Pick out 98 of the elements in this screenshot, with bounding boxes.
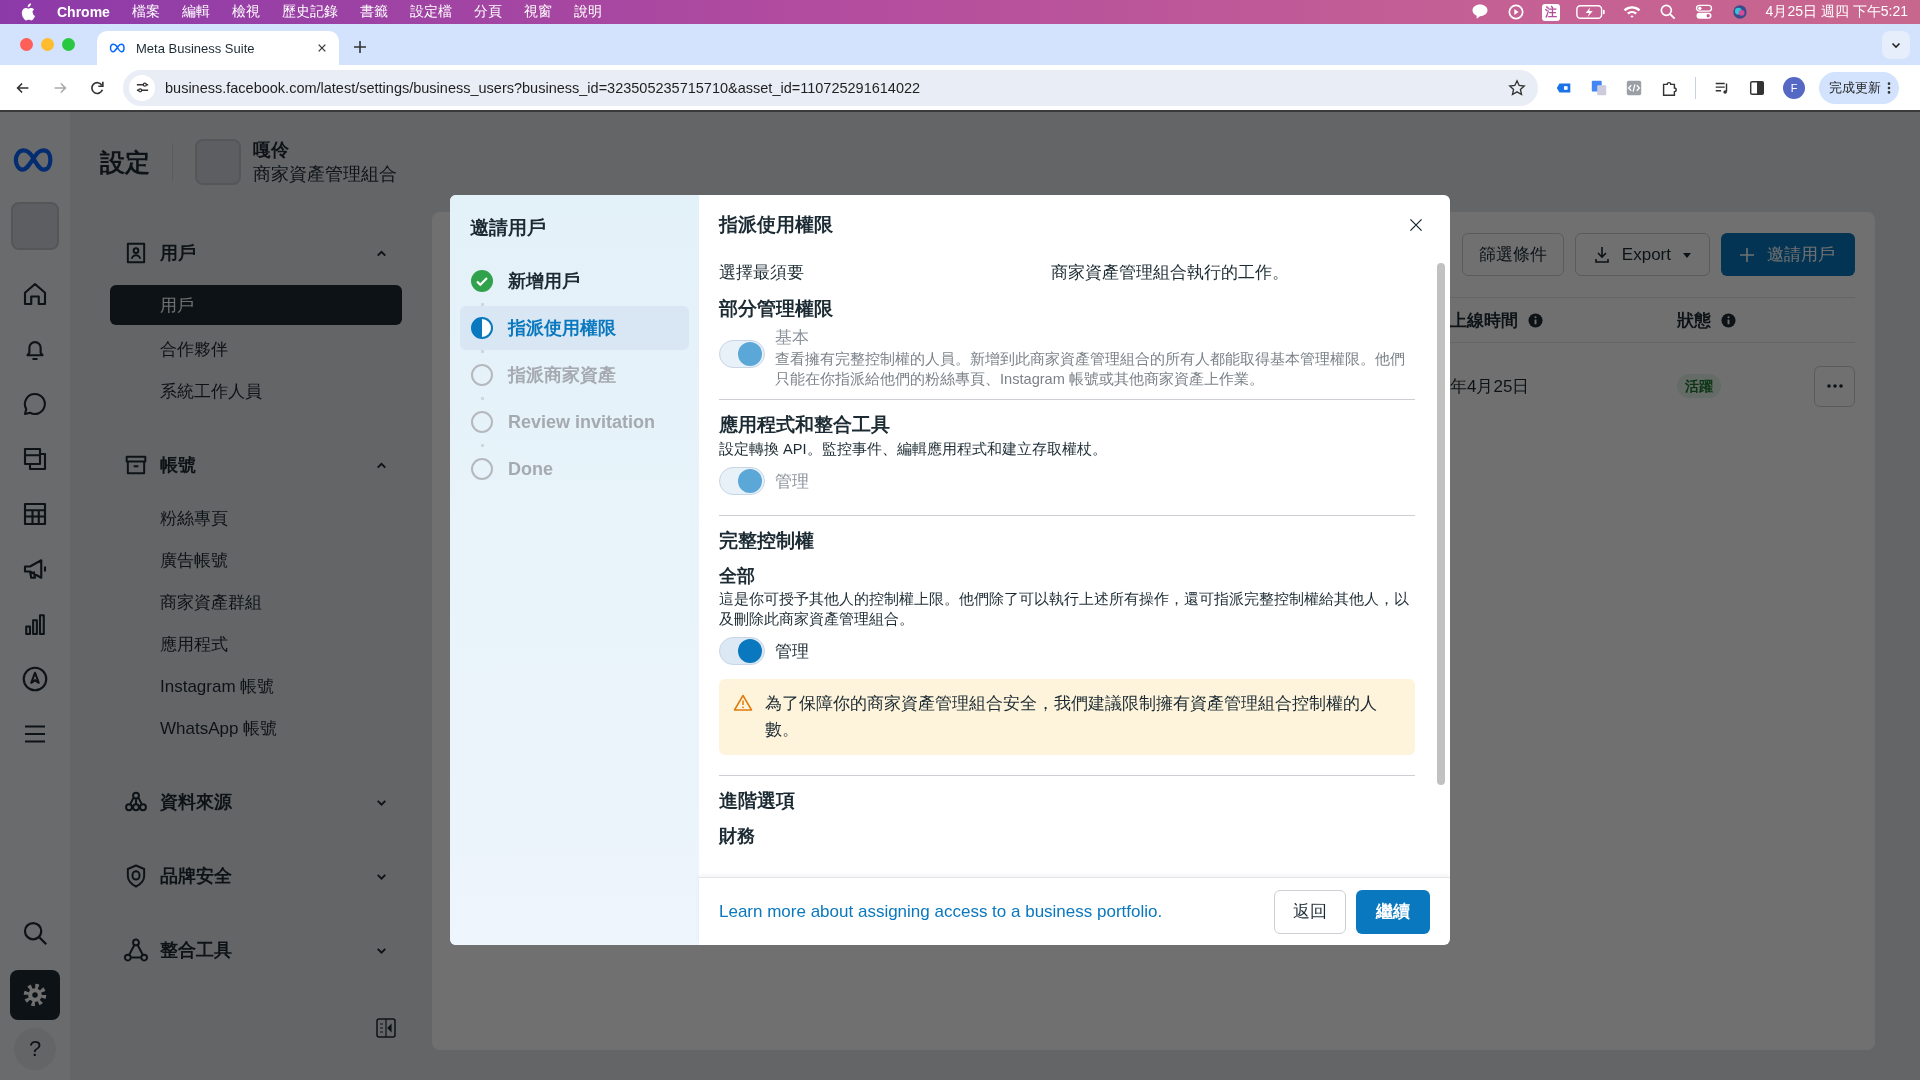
- section-subtitle: 全部: [719, 565, 756, 588]
- intro-text: 選擇最須要: [719, 262, 805, 284]
- warning-icon: [733, 693, 753, 713]
- sidebar-section-header[interactable]: 整合工具: [110, 929, 402, 971]
- profile-avatar[interactable]: F: [1783, 76, 1805, 99]
- sidebar-item[interactable]: Instagram 帳號: [110, 665, 402, 707]
- url-text: business.facebook.com/latest/settings/business_users?business_id=323505235715710&asset_id=110725291614022: [165, 79, 922, 96]
- menu-bar-item[interactable]: 書籤: [359, 3, 388, 21]
- info-icon[interactable]: [1528, 312, 1543, 328]
- sidebar-section-header[interactable]: 品牌安全: [110, 855, 402, 897]
- triangle-nodes-icon: [122, 936, 150, 964]
- tab-title: Meta Business Suite: [136, 40, 256, 56]
- column-header: 上線時間: [1450, 309, 1518, 332]
- section-title: 應用程式和整合工具: [719, 413, 891, 437]
- sidebar-item[interactable]: WhatsApp 帳號: [110, 707, 402, 749]
- menu-bar-item[interactable]: 分頁: [473, 3, 502, 21]
- intro-text: 商家資產管理組合執行的工作。: [1051, 262, 1289, 284]
- check-circle-icon: [470, 269, 494, 293]
- table-cell-text: 年4月25日: [1450, 375, 1531, 398]
- help-button[interactable]: ?: [14, 1028, 56, 1070]
- section-title: 完整控制權: [719, 529, 815, 553]
- toggle-label: 管理: [775, 640, 809, 663]
- column-header: 狀態: [1677, 309, 1711, 332]
- scrollbar-thumb[interactable]: [1437, 263, 1445, 785]
- wizard-step[interactable]: 新增用戶: [460, 259, 689, 303]
- business-type: 商家資產管理組合: [253, 163, 397, 186]
- star-icon[interactable]: [1508, 78, 1526, 97]
- info-icon[interactable]: [1721, 312, 1736, 328]
- continue-button[interactable]: 繼續: [1356, 889, 1430, 934]
- menu-bar-item[interactable]: 編輯: [181, 3, 210, 21]
- menu-bar-item[interactable]: 檢視: [231, 3, 260, 21]
- sidebar-section-header[interactable]: 帳號: [110, 444, 402, 486]
- toggle-label: 管理: [775, 470, 809, 493]
- infinity-logo-icon: [109, 42, 127, 54]
- wizard-step[interactable]: 指派商家資產: [460, 353, 689, 397]
- close-icon[interactable]: [1408, 217, 1424, 233]
- side-panel-icon[interactable]: [1748, 78, 1766, 97]
- tab-list-button[interactable]: [1882, 30, 1910, 59]
- sidebar-item[interactable]: 商家資產群組: [110, 581, 402, 623]
- code-extension-icon[interactable]: [1625, 78, 1643, 97]
- browser-tab[interactable]: Meta Business Suite: [97, 31, 339, 65]
- address-bar[interactable]: business.facebook.com/latest/settings/business_users?business_id=323505235715710&asset_id=110725291614022: [123, 69, 1538, 106]
- toggle-label: 基本: [775, 327, 810, 349]
- close-window-button[interactable]: [20, 38, 33, 51]
- close-icon[interactable]: [317, 43, 327, 53]
- sidebar-section-header[interactable]: 用戶: [110, 232, 402, 274]
- half-filled-circle-icon: [470, 316, 494, 340]
- menu-bar-clock[interactable]: 4月25日 週四 下午5:21: [1765, 3, 1908, 21]
- section-description: 這是你可授予其他人的控制權上限。他們除了可以執行上述所有操作，還可指派完整控制權給其他人，以及刪除此商家資產管理組合。: [719, 590, 1410, 629]
- wizard-step[interactable]: 指派使用權限: [460, 306, 689, 350]
- menu-bar-item[interactable]: 說明: [573, 3, 602, 21]
- warning-text: 為了保障你的商家資產管理組合安全，我們建議限制擁有資產管理組合控制權的人數。: [765, 693, 1378, 741]
- menu-bar-app-name[interactable]: Chrome: [57, 4, 110, 20]
- sidebar-item[interactable]: 合作夥伴: [110, 328, 402, 370]
- more-options-button[interactable]: [1814, 365, 1855, 407]
- sidebar-section-header[interactable]: 資料來源: [110, 781, 402, 823]
- export-button[interactable]: Export: [1574, 233, 1710, 276]
- business-name: 嘎伶: [253, 139, 290, 162]
- back-button[interactable]: 返回: [1274, 889, 1346, 934]
- input-method-indicator[interactable]: 注: [1541, 3, 1560, 21]
- menu-bar-item[interactable]: 檔案: [131, 3, 160, 21]
- battery-icon[interactable]: [1575, 2, 1606, 22]
- menu-bar-item[interactable]: 視窗: [523, 3, 552, 21]
- control-center-icon[interactable]: [1693, 2, 1714, 22]
- more-dots-icon: [1826, 384, 1843, 388]
- sidebar-item[interactable]: 應用程式: [110, 623, 402, 665]
- empty-circle-icon: [470, 363, 494, 387]
- translate-extension-icon[interactable]: [1590, 78, 1608, 97]
- wizard-step[interactable]: Done: [460, 447, 689, 491]
- status-badge: 活躍: [1677, 373, 1721, 398]
- dialog-title: 邀請用戶: [470, 216, 547, 240]
- kebab-menu-icon: [1887, 80, 1891, 95]
- section-title: 進階選項: [719, 789, 796, 813]
- invite-user-button[interactable]: 邀請用戶: [1721, 233, 1855, 276]
- plus-icon[interactable]: [353, 40, 367, 54]
- update-button[interactable]: 完成更新: [1819, 71, 1899, 104]
- sidebar-item[interactable]: 系統工作人員: [110, 370, 402, 412]
- empty-circle-icon: [470, 457, 494, 481]
- menu-bar-item[interactable]: 設定檔: [409, 3, 452, 21]
- section-title: 部分管理權限: [719, 297, 834, 321]
- dialog-heading: 指派使用權限: [719, 213, 834, 237]
- page-title: 設定: [100, 146, 150, 178]
- toggle-switch[interactable]: [719, 637, 765, 665]
- section-subtitle: 財務: [719, 825, 756, 848]
- sidebar-item[interactable]: 用戶: [110, 285, 402, 325]
- section-description: 查看擁有完整控制權的人員。新增到此商家資產管理組合的所有人都能取得基本管理權限。他們只能在你指派給他們的粉絲專頁、Instagram 帳號或其他商家資產上作業。: [775, 350, 1406, 389]
- filter-button[interactable]: 篩選條件: [1461, 233, 1564, 276]
- wizard-step[interactable]: Review invitation: [460, 400, 689, 444]
- menu-bar-item[interactable]: 歷史記錄: [281, 3, 338, 21]
- settings-icon[interactable]: [10, 970, 60, 1020]
- sidebar-item[interactable]: 廣告帳號: [110, 539, 402, 581]
- apple-logo-icon[interactable]: [20, 3, 35, 21]
- section-description: 設定轉換 API。監控事件、編輯應用程式和建立存取權杖。: [719, 440, 1108, 459]
- empty-circle-icon: [470, 410, 494, 434]
- sidebar-item[interactable]: 粉絲專頁: [110, 497, 402, 539]
- site-settings-icon[interactable]: [129, 74, 155, 101]
- collapse-sidebar-icon[interactable]: [374, 1016, 398, 1040]
- learn-more-link[interactable]: Learn more about assigning access to a business portfolio.: [719, 901, 1163, 922]
